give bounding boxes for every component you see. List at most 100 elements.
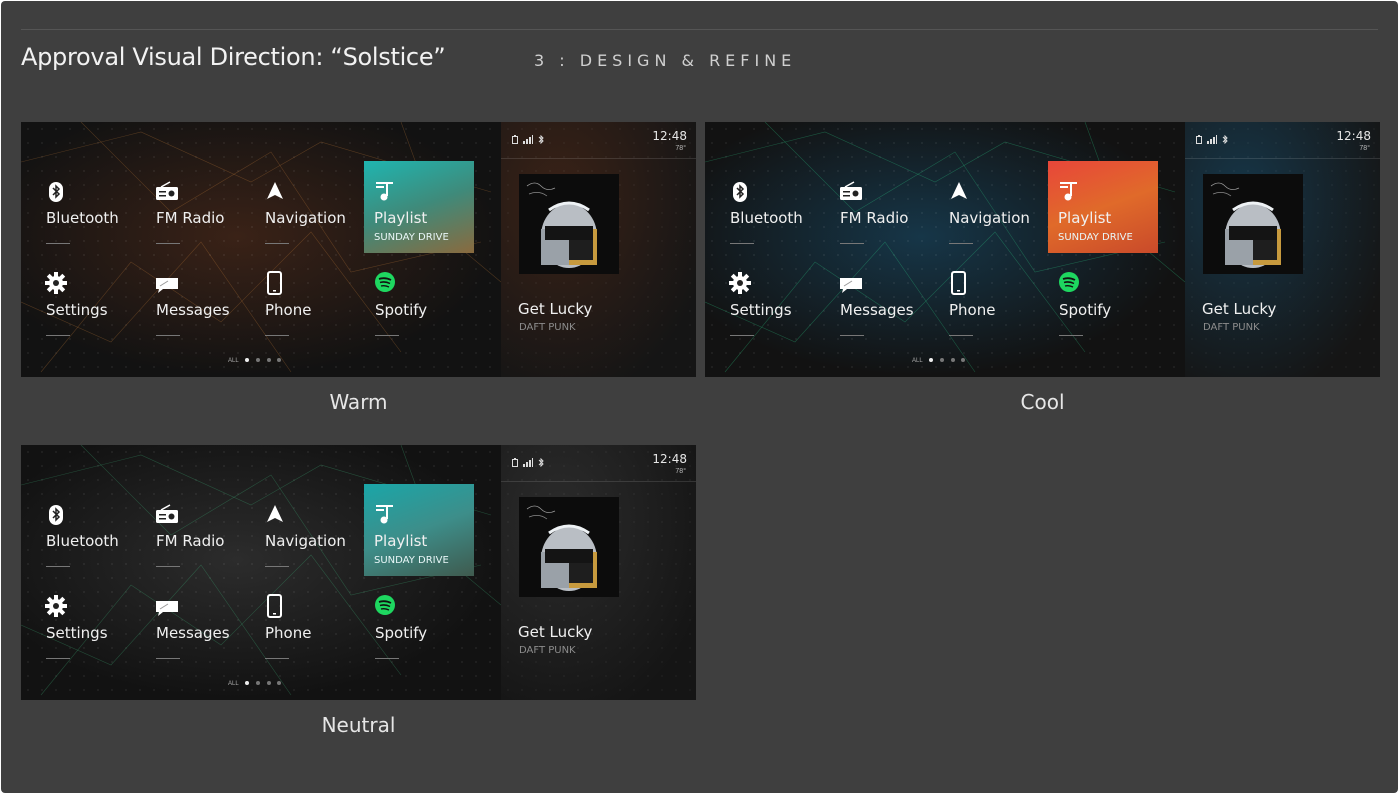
tile-bluetooth[interactable]: Bluetooth xyxy=(21,161,129,253)
album-art[interactable] xyxy=(1203,174,1303,274)
divider xyxy=(949,335,973,336)
page-dot[interactable] xyxy=(245,681,250,686)
tile-label: Settings xyxy=(46,624,108,642)
message-icon xyxy=(156,601,178,616)
page-dot[interactable] xyxy=(256,681,261,686)
page-dot[interactable] xyxy=(950,358,955,363)
battery-icon xyxy=(512,458,518,467)
tile-label: Spotify xyxy=(375,624,428,642)
music-note-icon xyxy=(376,505,393,524)
track-title[interactable]: Get Lucky xyxy=(1202,300,1276,318)
tile-spotify[interactable]: Spotify xyxy=(350,576,458,668)
tile-playlist[interactable]: Playlist SUNDAY DRIVE xyxy=(364,161,474,253)
page-indicator[interactable]: ALL xyxy=(228,358,286,364)
page-dot[interactable] xyxy=(961,358,966,363)
variant-label: Neutral xyxy=(321,713,396,737)
tile-label: Bluetooth xyxy=(730,209,803,227)
tile-messages[interactable]: Messages xyxy=(131,253,239,345)
tile-phone[interactable]: Phone xyxy=(240,576,348,668)
tile-label: Settings xyxy=(730,301,792,319)
tile-settings[interactable]: Settings xyxy=(705,253,813,345)
tile-navigation[interactable]: Navigation xyxy=(240,161,348,253)
variant-label: Warm xyxy=(329,390,388,414)
tile-settings[interactable]: Settings xyxy=(21,253,129,345)
battery-icon xyxy=(1196,135,1202,144)
tile-label: FM Radio xyxy=(156,209,225,227)
phone-icon xyxy=(951,271,966,295)
navigation-arrow-icon xyxy=(951,182,967,199)
tile-navigation[interactable]: Navigation xyxy=(924,161,1032,253)
tile-fm-radio[interactable]: FM Radio xyxy=(131,161,239,253)
tile-bluetooth[interactable]: Bluetooth xyxy=(705,161,813,253)
tile-label: Messages xyxy=(840,301,914,319)
tile-phone[interactable]: Phone xyxy=(240,253,348,345)
bluetooth-icon xyxy=(538,135,544,144)
album-art[interactable] xyxy=(519,174,619,274)
now-playing-panel: 12:48 78° Get Lucky DAFT PUNK xyxy=(1185,122,1380,377)
tile-label: Spotify xyxy=(375,301,428,319)
divider xyxy=(730,243,754,244)
tile-phone[interactable]: Phone xyxy=(924,253,1032,345)
home-panel: Bluetooth FM Radio Navigation Playlist S… xyxy=(21,445,501,700)
page-dot[interactable] xyxy=(266,681,271,686)
music-note-icon xyxy=(376,182,393,201)
track-title[interactable]: Get Lucky xyxy=(518,623,592,641)
signal-icon xyxy=(1207,135,1217,144)
tile-messages[interactable]: Messages xyxy=(131,576,239,668)
divider xyxy=(730,335,754,336)
home-panel: Bluetooth FM Radio Navigation Playlist S… xyxy=(705,122,1185,377)
tile-bluetooth[interactable]: Bluetooth xyxy=(21,484,129,576)
page-dot[interactable] xyxy=(266,358,271,363)
album-art[interactable] xyxy=(519,497,619,597)
page-dot[interactable] xyxy=(277,358,282,363)
divider xyxy=(375,658,399,659)
tile-label: Playlist xyxy=(374,532,428,550)
tile-label: Navigation xyxy=(949,209,1030,227)
track-artist: DAFT PUNK xyxy=(1203,322,1260,333)
track-title[interactable]: Get Lucky xyxy=(518,300,592,318)
page-all-label: ALL xyxy=(912,358,923,364)
section-label: 3 : DESIGN & REFINE xyxy=(534,51,797,70)
page-dot[interactable] xyxy=(929,358,934,363)
tile-label: Playlist xyxy=(1058,209,1112,227)
divider xyxy=(265,243,289,244)
tile-playlist[interactable]: Playlist SUNDAY DRIVE xyxy=(1048,161,1158,253)
phone-icon xyxy=(267,594,282,618)
phone-icon xyxy=(267,271,282,295)
tile-label: FM Radio xyxy=(156,532,225,550)
divider xyxy=(156,243,180,244)
page-dot[interactable] xyxy=(940,358,945,363)
page-dot[interactable] xyxy=(277,681,282,686)
status-bar: 12:48 78° xyxy=(501,445,696,482)
tile-label: Navigation xyxy=(265,209,346,227)
bluetooth-icon xyxy=(49,505,63,525)
tile-label: Spotify xyxy=(1059,301,1112,319)
tile-messages[interactable]: Messages xyxy=(815,253,923,345)
navigation-arrow-icon xyxy=(267,505,283,522)
tile-fm-radio[interactable]: FM Radio xyxy=(815,161,923,253)
tile-fm-radio[interactable]: FM Radio xyxy=(131,484,239,576)
infotainment-screen: Bluetooth FM Radio Navigation Playlist S… xyxy=(21,122,696,377)
spotify-icon xyxy=(375,595,395,615)
tile-label: Phone xyxy=(265,624,312,642)
page-title: Approval Visual Direction: “Solstice” xyxy=(21,43,446,71)
page-indicator[interactable]: ALL xyxy=(228,681,286,687)
message-icon xyxy=(840,278,862,293)
tile-spotify[interactable]: Spotify xyxy=(350,253,458,345)
page-dot[interactable] xyxy=(256,358,261,363)
gear-icon xyxy=(45,595,67,617)
variant-label: Cool xyxy=(1020,390,1065,414)
divider xyxy=(265,335,289,336)
tile-playlist[interactable]: Playlist SUNDAY DRIVE xyxy=(364,484,474,576)
playlist-name: SUNDAY DRIVE xyxy=(374,232,449,243)
clock: 12:48 xyxy=(652,129,687,143)
tile-navigation[interactable]: Navigation xyxy=(240,484,348,576)
now-playing-panel: 12:48 78° Get Lucky DAFT PUNK xyxy=(501,122,696,377)
spotify-icon xyxy=(375,272,395,292)
tile-settings[interactable]: Settings xyxy=(21,576,129,668)
page-indicator[interactable]: ALL xyxy=(912,358,970,364)
clock: 12:48 xyxy=(1336,129,1371,143)
tile-label: Phone xyxy=(949,301,996,319)
page-dot[interactable] xyxy=(245,358,250,363)
tile-spotify[interactable]: Spotify xyxy=(1034,253,1142,345)
